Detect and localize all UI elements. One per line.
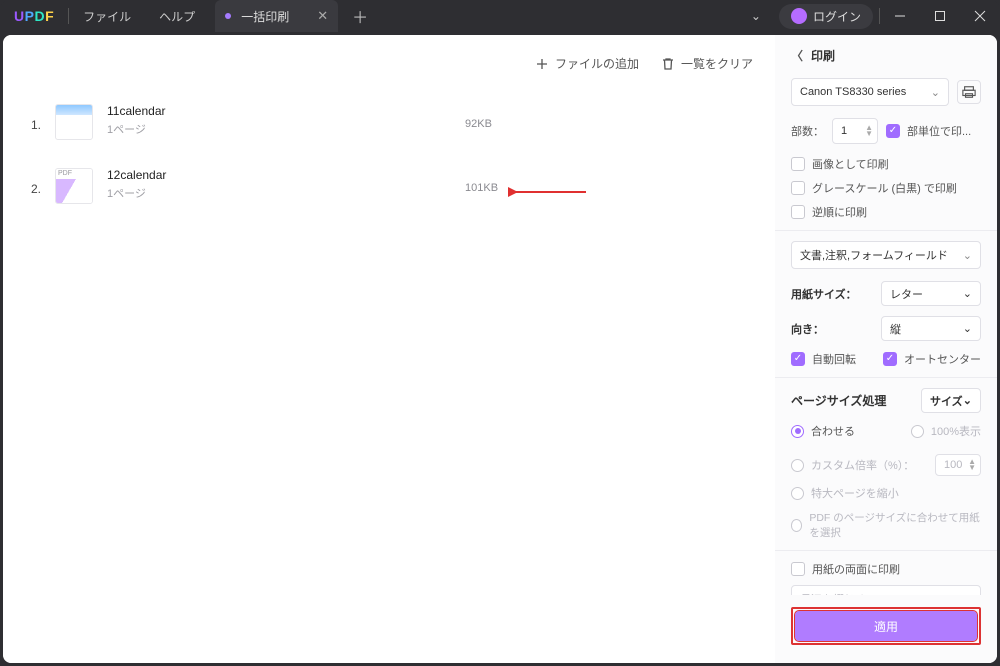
printer-select[interactable]: Canon TS8330 series ⌄ — [791, 78, 949, 106]
paper-size-value: レター — [890, 286, 923, 302]
print-content-select[interactable]: 文書,注釈,フォームフィールド ⌄ — [791, 241, 981, 269]
orientation-value: 縦 — [890, 321, 901, 337]
auto-rotate-checkbox[interactable]: 自動回転 — [791, 351, 856, 367]
titlebar: UPDF ファイル ヘルプ 一括印刷 ✕ ＋ ⌄ ログイン — [0, 0, 1000, 32]
file-name: 11calendar — [107, 104, 166, 118]
menu-file[interactable]: ファイル — [69, 8, 145, 25]
file-size: 92KB — [465, 118, 492, 130]
shrink-oversize-label: 特大ページを縮小 — [811, 485, 899, 501]
printer-icon — [962, 85, 976, 99]
orientation-select[interactable]: 縦 ⌄ — [881, 316, 981, 341]
menu-help[interactable]: ヘルプ — [145, 8, 209, 25]
grayscale-checkbox[interactable]: グレースケール (白黒) で印刷 — [791, 180, 981, 196]
chevron-down-icon: ⌄ — [963, 249, 972, 262]
tab-batch-print[interactable]: 一括印刷 ✕ — [215, 0, 338, 32]
choose-by-pdf-label: PDF のページサイズに合わせて用紙を選択 — [809, 510, 981, 540]
collate-checkbox[interactable]: 部単位で印... — [886, 123, 981, 139]
file-pages: 1ページ — [107, 121, 166, 137]
auto-center-label: オートセンター — [904, 351, 981, 367]
file-size: 101KB — [465, 182, 498, 194]
chevron-down-icon[interactable]: ⌄ — [739, 9, 773, 23]
binding-select[interactable]: 長辺を綴じる ⌄ — [791, 585, 981, 595]
tab-indicator-icon — [225, 13, 231, 19]
copies-label: 部数： — [791, 123, 824, 139]
annotation-arrow — [508, 185, 588, 199]
window-minimize-button[interactable] — [880, 0, 920, 32]
print-settings-panel: 〈 印刷 Canon TS8330 series ⌄ 部数： 1 — [775, 35, 997, 663]
duplex-checkbox[interactable]: 用紙の両面に印刷 — [791, 561, 981, 577]
actual-size-radio[interactable]: 100%表示 — [911, 423, 981, 439]
back-icon[interactable]: 〈 — [791, 47, 803, 64]
login-label: ログイン — [813, 8, 861, 25]
page-size-mode-value: サイズ — [930, 393, 963, 409]
collate-label: 部単位で印... — [907, 123, 971, 139]
add-tab-button[interactable]: ＋ — [338, 4, 382, 28]
add-file-label: ファイルの追加 — [555, 55, 639, 72]
fit-radio[interactable]: 合わせる — [791, 423, 855, 439]
copies-stepper[interactable]: 1 ▲▼ — [832, 118, 878, 144]
list-item[interactable]: 2. PDF 12calendar 1ページ 101KB — [25, 154, 753, 218]
file-thumbnail: PDF — [55, 168, 93, 204]
page-size-mode-select[interactable]: サイズ ⌄ — [921, 388, 981, 413]
custom-scale-radio[interactable]: カスタム倍率（%）： 100 ▲▼ — [791, 454, 981, 476]
custom-scale-label: カスタム倍率（%）： — [811, 457, 914, 473]
custom-scale-value: 100 — [944, 459, 962, 471]
chevron-down-icon: ⌄ — [963, 287, 972, 300]
row-number: 1. — [31, 118, 41, 132]
close-tab-icon[interactable]: ✕ — [317, 8, 328, 24]
shrink-oversize-radio[interactable]: 特大ページを縮小 — [791, 485, 981, 501]
file-list-panel: ファイルの追加 一覧をクリア 1. 11calendar 1ページ 92KB 2… — [3, 35, 775, 663]
printer-properties-button[interactable] — [957, 80, 981, 104]
auto-center-checkbox[interactable]: オートセンター — [883, 351, 981, 367]
apply-button[interactable]: 適用 — [795, 611, 977, 641]
fit-label: 合わせる — [811, 423, 855, 439]
chevron-down-icon: ⌄ — [931, 86, 940, 99]
apply-label: 適用 — [874, 618, 898, 635]
print-as-image-checkbox[interactable]: 画像として印刷 — [791, 156, 981, 172]
file-pages: 1ページ — [107, 185, 166, 201]
panel-title: 印刷 — [811, 47, 835, 64]
print-as-image-label: 画像として印刷 — [812, 156, 889, 172]
copies-value: 1 — [841, 125, 847, 137]
choose-by-pdf-radio[interactable]: PDF のページサイズに合わせて用紙を選択 — [791, 510, 981, 540]
clear-list-button[interactable]: 一覧をクリア — [661, 55, 753, 72]
login-button[interactable]: ログイン — [779, 4, 873, 29]
window-close-button[interactable] — [960, 0, 1000, 32]
list-item[interactable]: 1. 11calendar 1ページ 92KB — [25, 90, 753, 154]
window-maximize-button[interactable] — [920, 0, 960, 32]
print-content-value: 文書,注釈,フォームフィールド — [800, 247, 948, 263]
file-name: 12calendar — [107, 168, 166, 182]
paper-size-label: 用紙サイズ： — [791, 286, 857, 302]
orientation-label: 向き： — [791, 321, 824, 337]
chevron-down-icon: ⌄ — [963, 322, 972, 335]
printer-name: Canon TS8330 series — [800, 86, 906, 98]
grayscale-label: グレースケール (白黒) で印刷 — [812, 180, 957, 196]
reverse-order-label: 逆順に印刷 — [812, 204, 867, 220]
custom-scale-stepper[interactable]: 100 ▲▼ — [935, 454, 981, 476]
chevron-down-icon: ⌄ — [963, 394, 972, 407]
file-thumbnail — [55, 104, 93, 140]
plus-icon — [535, 57, 549, 71]
row-number: 2. — [31, 182, 41, 196]
add-file-button[interactable]: ファイルの追加 — [535, 55, 639, 72]
duplex-label: 用紙の両面に印刷 — [812, 561, 900, 577]
app-logo: UPDF — [0, 8, 68, 24]
actual-size-label: 100%表示 — [931, 423, 981, 439]
reverse-order-checkbox[interactable]: 逆順に印刷 — [791, 204, 981, 220]
clear-list-label: 一覧をクリア — [681, 55, 753, 72]
paper-size-select[interactable]: レター ⌄ — [881, 281, 981, 306]
page-size-handling-title: ページサイズ処理 — [791, 392, 886, 409]
tab-label: 一括印刷 — [241, 8, 289, 25]
auto-rotate-label: 自動回転 — [812, 351, 856, 367]
apply-highlight: 適用 — [791, 607, 981, 645]
trash-icon — [661, 57, 675, 71]
avatar-icon — [791, 8, 807, 24]
